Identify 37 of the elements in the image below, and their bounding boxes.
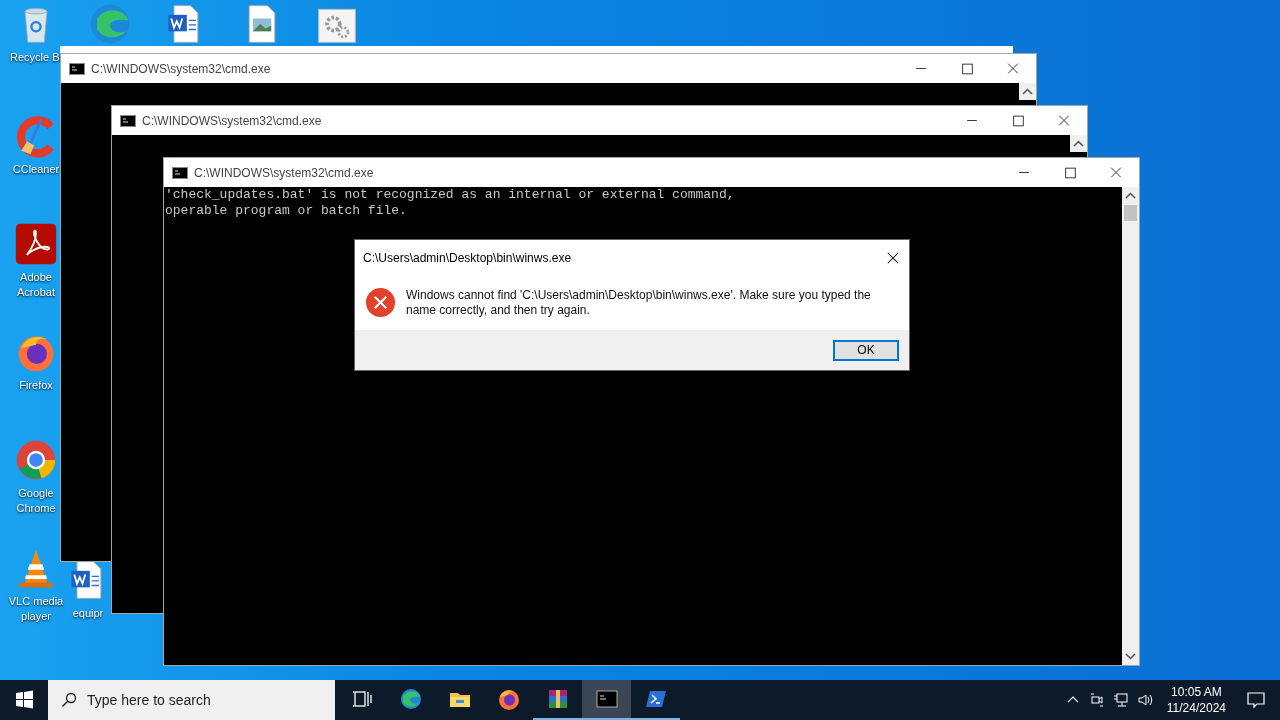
window-title: C:\WINDOWS\system32\cmd.exe <box>142 113 323 128</box>
search-icon <box>61 692 77 708</box>
clock[interactable]: 10:05 AM 11/24/2024 <box>1166 684 1226 716</box>
icon-label: VLC media player <box>7 594 65 624</box>
notification-icon[interactable] <box>1246 690 1266 710</box>
error-icon <box>365 287 396 318</box>
icon-label: CCleaner <box>11 162 61 177</box>
camera-icon[interactable] <box>1088 692 1105 708</box>
console-icon <box>120 114 136 127</box>
icon-label: Firefox <box>18 378 54 393</box>
close-icon[interactable] <box>887 252 899 264</box>
ok-button[interactable]: OK <box>833 339 899 361</box>
scroll-thumb[interactable] <box>1124 205 1137 221</box>
error-message: Windows cannot find 'C:\Users\admin\Desktop\bin\winws.exe'. Make sure you typed the name correctly, and then try again. <box>406 287 872 318</box>
chrome-icon[interactable] <box>14 438 58 482</box>
icon-label: Google Chrome <box>15 486 57 516</box>
scrollbar[interactable] <box>1122 187 1139 665</box>
window-title: C:\WINDOWS\system32\cmd.exe <box>194 165 375 180</box>
console-icon <box>172 166 188 179</box>
console-icon <box>594 687 619 711</box>
dialog-title: C:\Users\admin\Desktop\bin\winws.exe <box>363 251 573 265</box>
icon-label: equipr <box>71 606 105 621</box>
volume-icon[interactable] <box>1136 692 1153 708</box>
window-title: C:\WINDOWS\system32\cmd.exe <box>91 61 272 76</box>
scroll-up-icon[interactable] <box>1019 83 1036 100</box>
acrobat-icon[interactable] <box>14 222 58 266</box>
edge-icon <box>398 687 423 711</box>
search-field[interactable]: Type here to search <box>48 680 335 720</box>
taskbar-app-button[interactable] <box>582 680 631 720</box>
firefox-icon <box>496 687 521 711</box>
console-text: 'check_updates.bat' is not recognized as an internal or external command, <box>165 187 736 203</box>
icon-label: Recycle Bi <box>9 50 63 65</box>
icon-label: Adobe Acrobat <box>16 270 56 300</box>
network-icon[interactable] <box>1112 692 1129 708</box>
console-icon <box>69 62 85 75</box>
scroll-up-icon[interactable] <box>1070 135 1087 152</box>
console-text: operable program or batch file. <box>165 203 408 219</box>
